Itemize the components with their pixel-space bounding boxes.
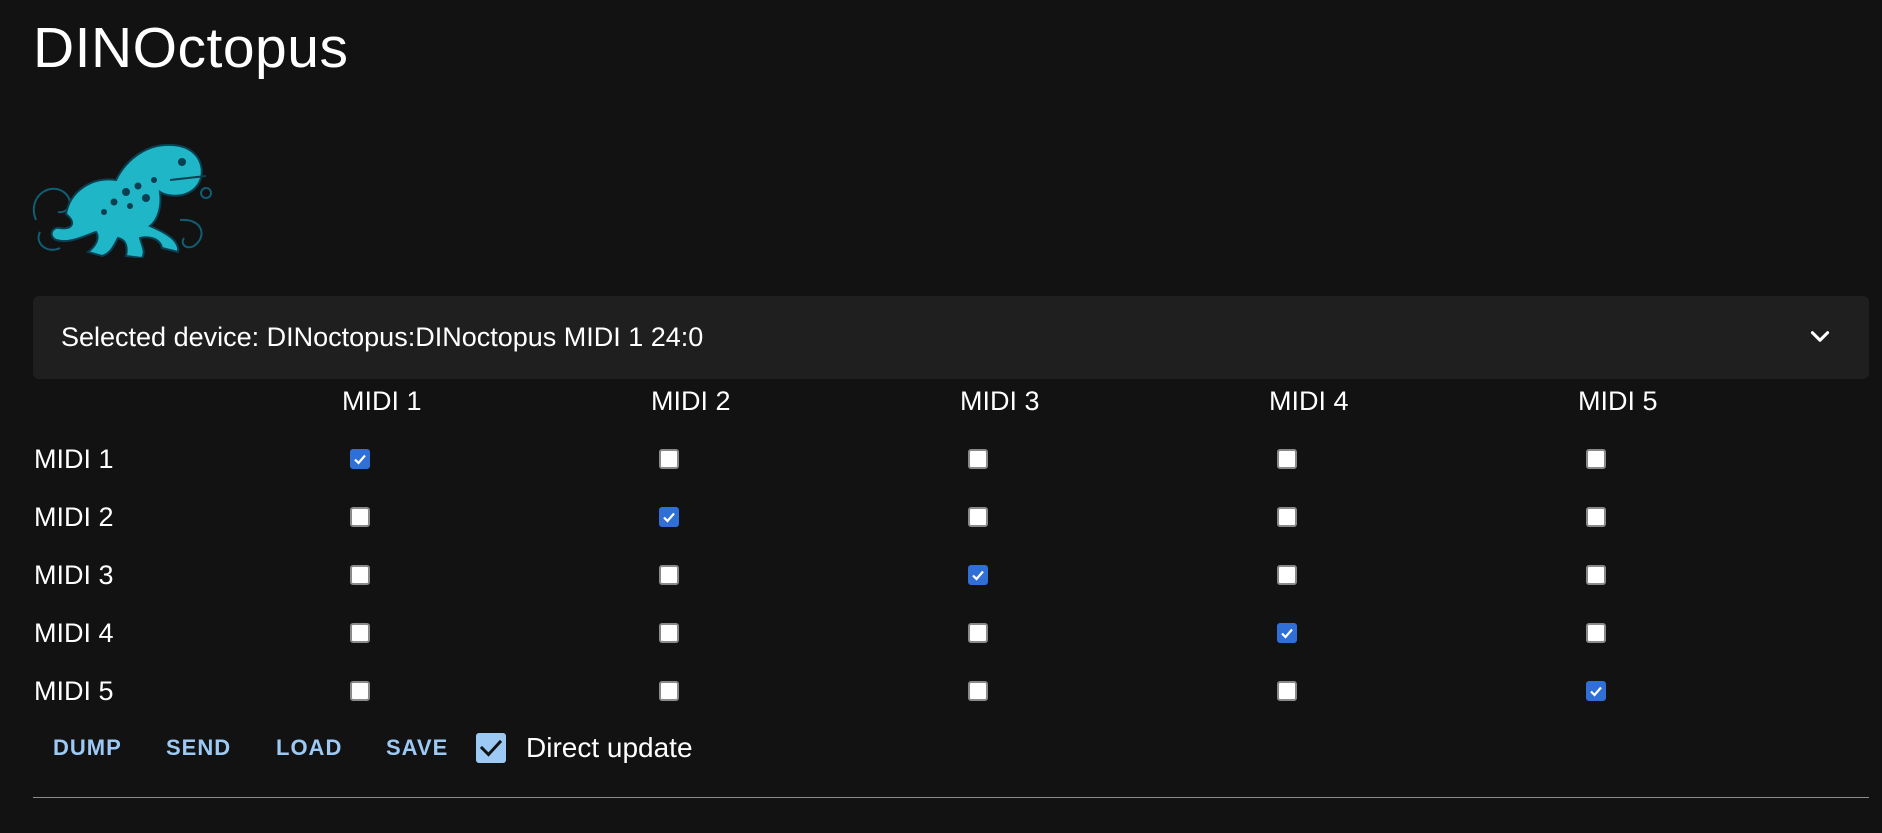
- route-checkbox-r5-c5[interactable]: [1586, 681, 1606, 701]
- chevron-down-icon: [1810, 331, 1830, 342]
- row-header-midi-2: MIDI 2: [34, 502, 114, 532]
- route-checkbox-r3-c1[interactable]: [350, 565, 370, 585]
- device-select-label: Selected device: DINoctopus:DINoctopus M…: [61, 322, 704, 352]
- row-header-midi-5: MIDI 5: [34, 676, 114, 706]
- route-checkbox-r5-c3[interactable]: [968, 681, 988, 701]
- route-checkbox-r2-c1[interactable]: [350, 507, 370, 527]
- dump-button[interactable]: DUMP: [53, 733, 122, 763]
- route-checkbox-r4-c5[interactable]: [1586, 623, 1606, 643]
- route-checkbox-r5-c2[interactable]: [659, 681, 679, 701]
- route-checkbox-r5-c1[interactable]: [350, 681, 370, 701]
- column-header-midi-1: MIDI 1: [342, 386, 422, 416]
- check-icon: [354, 454, 366, 465]
- direct-update-label: Direct update: [526, 732, 693, 763]
- check-icon: [663, 512, 675, 523]
- route-checkbox-r2-c2[interactable]: [659, 507, 679, 527]
- check-icon: [1590, 686, 1602, 697]
- route-checkbox-r3-c4[interactable]: [1277, 565, 1297, 585]
- route-checkbox-r2-c4[interactable]: [1277, 507, 1297, 527]
- route-checkbox-r5-c4[interactable]: [1277, 681, 1297, 701]
- save-button[interactable]: SAVE: [386, 733, 448, 763]
- load-button[interactable]: LOAD: [276, 733, 342, 763]
- route-checkbox-r1-c5[interactable]: [1586, 449, 1606, 469]
- route-checkbox-r2-c3[interactable]: [968, 507, 988, 527]
- route-checkbox-r1-c3[interactable]: [968, 449, 988, 469]
- column-header-midi-4: MIDI 4: [1269, 386, 1349, 416]
- row-header-midi-4: MIDI 4: [34, 618, 114, 648]
- check-icon: [1281, 628, 1293, 639]
- send-button[interactable]: SEND: [166, 733, 231, 763]
- device-select[interactable]: Selected device: DINoctopus:DINoctopus M…: [33, 296, 1869, 379]
- route-checkbox-r4-c2[interactable]: [659, 623, 679, 643]
- route-checkbox-r1-c1[interactable]: [350, 449, 370, 469]
- check-icon: [479, 739, 503, 757]
- route-checkbox-r4-c4[interactable]: [1277, 623, 1297, 643]
- route-checkbox-r3-c5[interactable]: [1586, 565, 1606, 585]
- route-checkbox-r4-c1[interactable]: [350, 623, 370, 643]
- route-checkbox-r1-c2[interactable]: [659, 449, 679, 469]
- direct-update-checkbox[interactable]: [476, 733, 506, 763]
- column-header-midi-2: MIDI 2: [651, 386, 731, 416]
- column-header-midi-3: MIDI 3: [960, 386, 1040, 416]
- divider: [33, 797, 1869, 798]
- row-header-midi-3: MIDI 3: [34, 560, 114, 590]
- check-icon: [972, 570, 984, 581]
- route-checkbox-r3-c2[interactable]: [659, 565, 679, 585]
- route-checkbox-r3-c3[interactable]: [968, 565, 988, 585]
- octopus-logo-icon: [32, 143, 212, 258]
- column-header-midi-5: MIDI 5: [1578, 386, 1658, 416]
- page-title: DINOctopus: [33, 16, 349, 80]
- row-header-midi-1: MIDI 1: [34, 444, 114, 474]
- route-checkbox-r1-c4[interactable]: [1277, 449, 1297, 469]
- route-checkbox-r4-c3[interactable]: [968, 623, 988, 643]
- route-checkbox-r2-c5[interactable]: [1586, 507, 1606, 527]
